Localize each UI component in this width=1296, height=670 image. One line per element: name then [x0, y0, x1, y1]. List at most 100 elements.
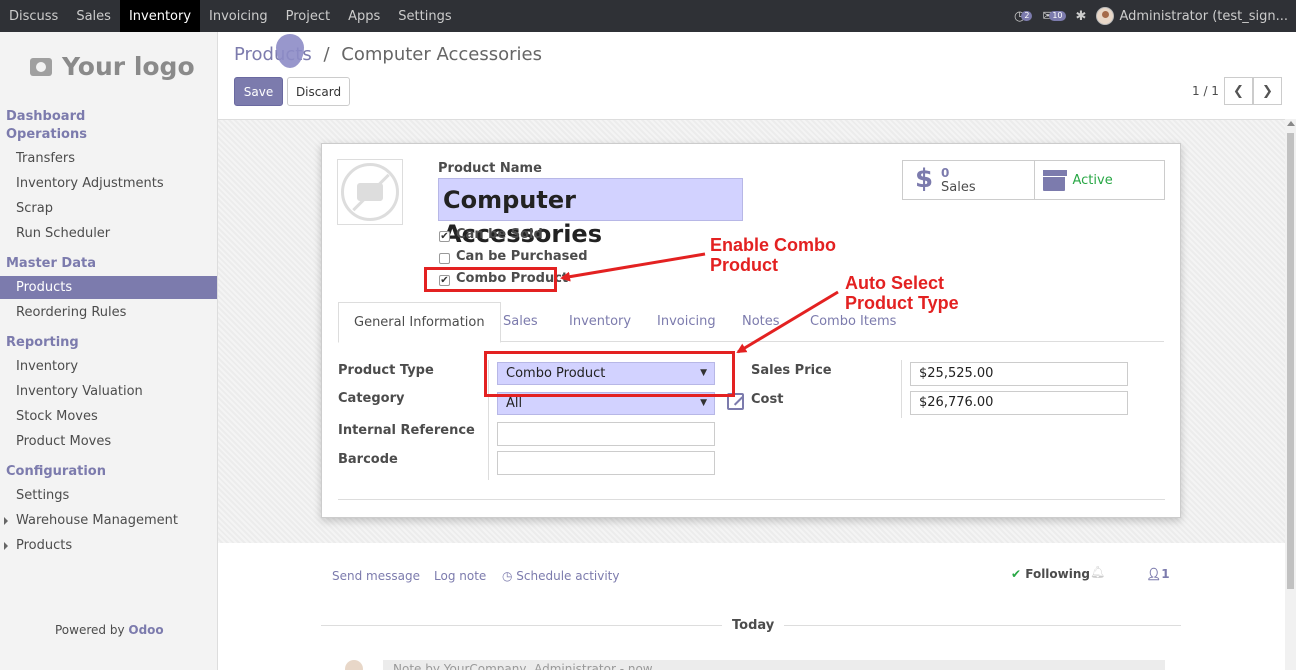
bell-icon[interactable]: 🔔︎ — [1090, 565, 1105, 579]
sidebar-section-configuration[interactable]: Configuration — [6, 464, 106, 479]
barcode-input[interactable] — [497, 451, 715, 475]
powered-by-text: Powered by — [55, 623, 125, 637]
message-author-avatar[interactable] — [345, 660, 363, 670]
sidebar-section-master-data[interactable]: Master Data — [6, 256, 96, 271]
annotation-line: Product — [710, 255, 779, 275]
pager-previous-button[interactable]: ❮ — [1224, 77, 1253, 105]
today-label: Today — [722, 618, 785, 633]
company-logo[interactable]: Your logo — [30, 52, 195, 81]
message-badge: 10 — [1049, 11, 1066, 21]
tab-general-information[interactable]: General Information — [338, 302, 501, 343]
menu-sales[interactable]: Sales — [67, 0, 120, 32]
log-note-link[interactable]: Log note — [434, 569, 486, 583]
annotation-line: Enable Combo — [710, 235, 837, 255]
active-toggle-button[interactable]: Active — [1033, 161, 1165, 199]
sidebar-item-config-products[interactable]: Products — [0, 534, 217, 557]
followers-button[interactable]: 👤︎1 — [1146, 567, 1170, 581]
combo-product-highlight-box — [424, 267, 557, 292]
camera-icon — [30, 57, 52, 76]
smart-buttons: $ 0 Sales Active — [902, 160, 1165, 200]
user-avatar — [1096, 7, 1115, 25]
tab-sales[interactable]: Sales — [488, 302, 553, 343]
tab-invoicing[interactable]: Invoicing — [642, 302, 731, 343]
sidebar-item-label: Products — [16, 538, 73, 553]
sidebar-item-reordering-rules[interactable]: Reordering Rules — [0, 301, 217, 324]
notebook-tabs: General Information Sales Inventory Invo… — [338, 302, 1164, 343]
activity-badge: 2 — [1021, 11, 1033, 21]
tab-notes[interactable]: Notes — [727, 302, 795, 343]
can-be-sold-label: Can be Sold — [456, 227, 543, 242]
chevron-right-icon: ❯ — [1262, 83, 1273, 99]
annotation-line: Auto Select — [845, 273, 945, 293]
sidebar-section-reporting[interactable]: Reporting — [6, 335, 79, 350]
menu-settings[interactable]: Settings — [389, 0, 460, 32]
debug-button[interactable]: ✱ — [1076, 9, 1087, 24]
dollar-icon: $ — [915, 164, 934, 194]
pager-next-button[interactable]: ❯ — [1253, 77, 1282, 105]
caret-right-icon — [4, 517, 8, 525]
page-title: Computer Accessories — [341, 44, 542, 65]
pager-value: 1 / 1 — [1192, 84, 1219, 98]
following-button[interactable]: ✔ Following — [1011, 567, 1090, 581]
can-be-purchased-checkbox[interactable] — [439, 253, 450, 264]
sidebar-item-products[interactable]: Products — [0, 276, 217, 299]
user-icon: 👤︎ — [1146, 567, 1162, 581]
archive-icon — [1041, 169, 1068, 191]
sales-smart-button[interactable]: $ 0 Sales — [903, 161, 1034, 199]
sidebar-item-run-scheduler[interactable]: Run Scheduler — [0, 222, 217, 245]
annotation-enable-combo: Enable Combo Product — [710, 235, 836, 275]
discard-button[interactable]: Discard — [287, 77, 350, 106]
can-be-purchased-label: Can be Purchased — [456, 249, 588, 264]
following-label: Following — [1025, 567, 1090, 581]
internal-reference-input[interactable] — [497, 422, 715, 446]
active-label: Active — [1072, 173, 1113, 188]
sidebar-item-inventory-adjustments[interactable]: Inventory Adjustments — [0, 172, 217, 195]
activity-button[interactable]: ◷ 2 — [1014, 9, 1033, 24]
logo-text: Your logo — [62, 52, 195, 81]
scroll-up-arrow-icon[interactable] — [1287, 121, 1295, 126]
user-menu[interactable]: Administrator (test_sign... — [1096, 7, 1288, 25]
sidebar-item-transfers[interactable]: Transfers — [0, 147, 217, 170]
product-name-input[interactable]: Computer Accessories — [438, 178, 743, 248]
scrollbar-thumb[interactable] — [1287, 133, 1294, 589]
send-message-link[interactable]: Send message — [332, 569, 420, 583]
messaging-button[interactable]: ✉ 10 — [1042, 9, 1066, 24]
sidebar-item-warehouse-management[interactable]: Warehouse Management — [0, 509, 217, 532]
sidebar-item-dashboard[interactable]: Dashboard — [6, 109, 85, 124]
cost-input[interactable]: $26,776.00 — [910, 391, 1128, 415]
check-icon: ✔ — [1011, 567, 1026, 581]
product-name-label: Product Name — [438, 161, 542, 176]
product-image[interactable] — [337, 159, 403, 225]
tab-inventory[interactable]: Inventory — [554, 302, 646, 343]
sidebar-item-stock-moves[interactable]: Stock Moves — [0, 405, 217, 428]
menu-discuss[interactable]: Discuss — [0, 0, 67, 32]
chevron-left-icon: ❮ — [1233, 83, 1244, 99]
odoo-brand[interactable]: Odoo — [128, 623, 163, 637]
sidebar-item-scrap[interactable]: Scrap — [0, 197, 217, 220]
annotation-line: Product Type — [845, 293, 959, 313]
sidebar-item-inventory-valuation[interactable]: Inventory Valuation — [0, 380, 217, 403]
sidebar-item-inventory-report[interactable]: Inventory — [0, 355, 217, 378]
sidebar-item-settings[interactable]: Settings — [0, 484, 217, 507]
can-be-sold-checkbox[interactable]: ✔ — [439, 231, 450, 242]
sales-price-input[interactable]: $25,525.00 — [910, 362, 1128, 386]
field-divider-right — [901, 360, 902, 418]
product-type-label: Product Type — [338, 363, 434, 378]
clock-icon: ◷ — [502, 569, 517, 583]
user-name: Administrator (test_sign... — [1119, 8, 1288, 24]
powered-by: Powered by Odoo — [55, 623, 164, 637]
menu-apps[interactable]: Apps — [339, 0, 389, 32]
sales-count: 0 — [941, 166, 950, 180]
schedule-activity-link[interactable]: ◷ Schedule activity — [502, 569, 620, 583]
cost-label: Cost — [751, 392, 784, 407]
menu-project[interactable]: Project — [277, 0, 339, 32]
sidebar-item-product-moves[interactable]: Product Moves — [0, 430, 217, 453]
sidebar-section-operations[interactable]: Operations — [6, 127, 87, 142]
menu-inventory[interactable]: Inventory — [119, 0, 201, 32]
menu-invoicing[interactable]: Invoicing — [200, 0, 277, 32]
page-scrollbar[interactable] — [1285, 119, 1296, 670]
breadcrumb-separator: / — [323, 44, 330, 65]
save-button[interactable]: Save — [234, 77, 283, 106]
sheet-bottom-separator — [338, 499, 1165, 500]
category-value: All — [506, 396, 523, 411]
